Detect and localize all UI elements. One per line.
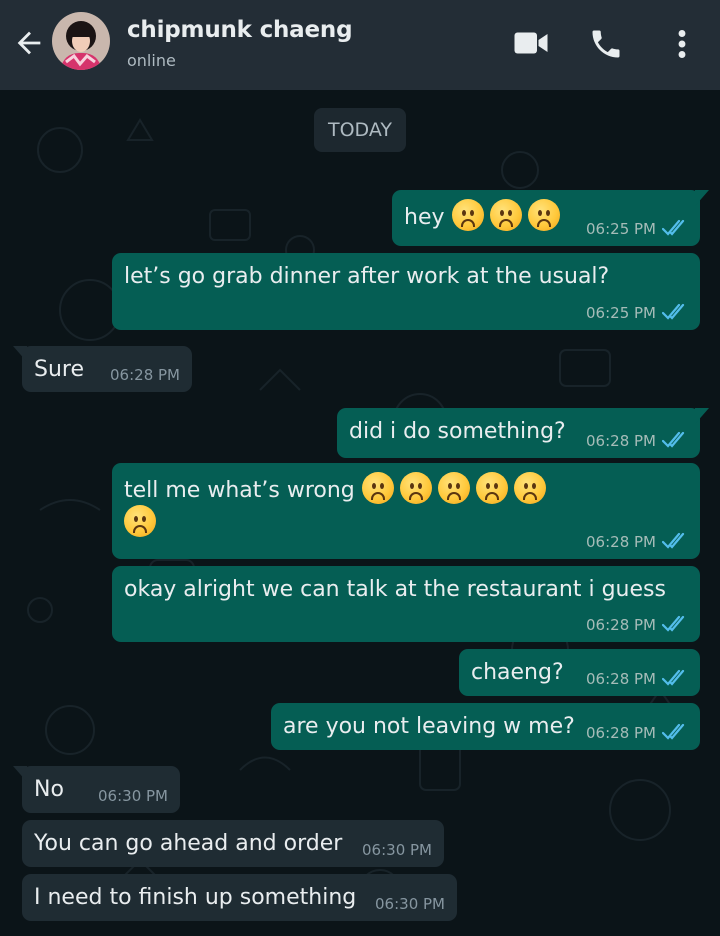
message-text: let’s go grab dinner after work at the u… bbox=[124, 264, 610, 289]
double-check-read-icon bbox=[662, 532, 685, 549]
message-content: let’s go grab dinner after work at the u… bbox=[124, 262, 688, 291]
outgoing-message-bubble[interactable]: hey 06:25 PM bbox=[392, 190, 709, 246]
message-text: hey bbox=[404, 205, 445, 230]
outgoing-message-bubble[interactable]: did i do something? 06:28 PM bbox=[337, 408, 709, 458]
message-meta: 06:30 PM bbox=[375, 896, 445, 912]
message-text: Sure bbox=[34, 357, 85, 382]
date-chip: TODAY bbox=[314, 108, 406, 152]
frowning-face-emoji-icon bbox=[361, 472, 394, 504]
message-time: 06:28 PM bbox=[586, 432, 656, 450]
message-time: 06:30 PM bbox=[98, 787, 168, 805]
message-content: tell me what’s wrong bbox=[124, 472, 688, 538]
message-text: are you not leaving w me? bbox=[283, 714, 575, 739]
message-content: okay alright we can talk at the restaura… bbox=[124, 575, 688, 604]
incoming-message-bubble[interactable]: I need to finish up something 06:30 PM bbox=[22, 874, 457, 921]
incoming-message-bubble[interactable]: You can go ahead and order 06:30 PM bbox=[22, 820, 444, 867]
message-meta: 06:28 PM bbox=[586, 532, 688, 550]
incoming-message-bubble[interactable]: No 06:30 PM bbox=[13, 766, 180, 813]
frowning-face-emoji-icon bbox=[489, 199, 522, 231]
more-options-icon[interactable] bbox=[670, 26, 694, 62]
message-time: 06:30 PM bbox=[362, 841, 432, 859]
double-check-read-icon bbox=[662, 669, 685, 686]
message-text: did i do something? bbox=[349, 419, 566, 444]
message-text: chaeng? bbox=[471, 660, 564, 685]
message-meta: 06:28 PM bbox=[586, 615, 688, 633]
message-text: You can go ahead and order bbox=[34, 831, 343, 856]
message-meta: 06:30 PM bbox=[362, 842, 432, 858]
message-time: 06:28 PM bbox=[586, 533, 656, 551]
message-meta: 06:28 PM bbox=[586, 723, 688, 741]
phone-icon[interactable] bbox=[588, 26, 624, 62]
chat-area[interactable]: TODAY hey 06:25 PM let’s go grab dinner a… bbox=[0, 90, 720, 936]
double-check-read-icon bbox=[662, 219, 685, 236]
back-arrow-icon[interactable] bbox=[12, 26, 46, 60]
frowning-face-emoji-icon bbox=[475, 472, 508, 504]
outgoing-message-bubble[interactable]: okay alright we can talk at the restaura… bbox=[112, 566, 700, 642]
outgoing-message-bubble[interactable]: let’s go grab dinner after work at the u… bbox=[112, 253, 700, 330]
contact-name[interactable]: chipmunk chaeng bbox=[127, 17, 353, 43]
message-meta: 06:28 PM bbox=[586, 669, 688, 687]
outgoing-message-bubble[interactable]: tell me what’s wrong 06:28 PM bbox=[112, 463, 700, 559]
message-text: tell me what’s wrong bbox=[124, 478, 355, 503]
message-time: 06:28 PM bbox=[110, 366, 180, 384]
frowning-face-emoji-icon bbox=[124, 505, 156, 537]
frowning-face-emoji-icon bbox=[513, 472, 546, 504]
double-check-read-icon bbox=[662, 431, 685, 448]
message-meta: 06:25 PM bbox=[586, 303, 688, 321]
avatar[interactable] bbox=[52, 12, 110, 70]
frowning-face-emoji-icon bbox=[399, 472, 432, 504]
double-check-read-icon bbox=[662, 303, 685, 320]
message-text: No bbox=[34, 777, 64, 802]
message-meta: 06:25 PM bbox=[586, 219, 688, 237]
outgoing-message-bubble[interactable]: are you not leaving w me? 06:28 PM bbox=[271, 703, 700, 750]
contact-status: online bbox=[127, 51, 176, 70]
message-time: 06:28 PM bbox=[586, 724, 656, 742]
incoming-message-bubble[interactable]: Sure 06:28 PM bbox=[13, 346, 192, 392]
message-meta: 06:28 PM bbox=[586, 431, 688, 449]
message-time: 06:28 PM bbox=[586, 616, 656, 634]
message-time: 06:30 PM bbox=[375, 895, 445, 913]
message-meta: 06:28 PM bbox=[110, 367, 180, 383]
chat-header: chipmunk chaeng online bbox=[0, 0, 720, 90]
double-check-read-icon bbox=[662, 615, 685, 632]
frowning-face-emoji-icon bbox=[527, 199, 560, 231]
message-time: 06:28 PM bbox=[586, 670, 656, 688]
message-time: 06:25 PM bbox=[586, 220, 656, 238]
message-time: 06:25 PM bbox=[586, 304, 656, 322]
video-call-icon[interactable] bbox=[513, 28, 549, 58]
outgoing-message-bubble[interactable]: chaeng? 06:28 PM bbox=[459, 649, 700, 696]
message-meta: 06:30 PM bbox=[98, 788, 168, 804]
frowning-face-emoji-icon bbox=[451, 199, 484, 231]
double-check-read-icon bbox=[662, 723, 685, 740]
message-text: I need to finish up something bbox=[34, 885, 357, 910]
frowning-face-emoji-icon bbox=[437, 472, 470, 504]
message-text: okay alright we can talk at the restaura… bbox=[124, 577, 666, 602]
